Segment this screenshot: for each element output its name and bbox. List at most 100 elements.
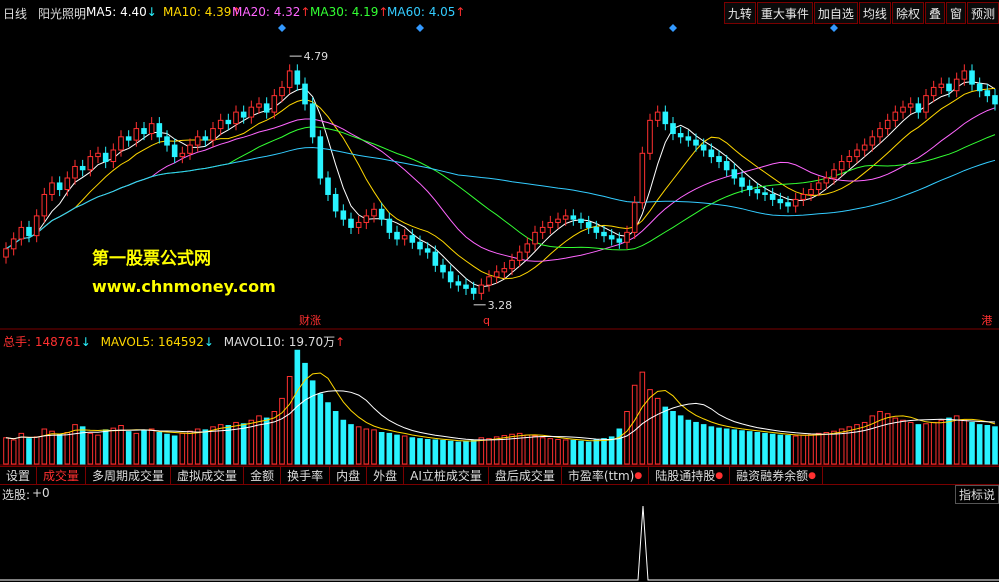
- candle-body: [486, 276, 492, 286]
- candle-body: [838, 161, 845, 171]
- volume-bar: [486, 438, 492, 465]
- candle-body: [900, 106, 906, 113]
- tab-7[interactable]: 外盘: [367, 467, 405, 485]
- candle-body: [716, 156, 722, 163]
- candle-body: [447, 271, 454, 283]
- volume-bar: [102, 429, 109, 465]
- volume-bars: [3, 349, 998, 465]
- volume-bar: [56, 433, 63, 465]
- tab-6[interactable]: 内盘: [330, 467, 368, 485]
- candle-body: [371, 208, 377, 217]
- candle-body: [777, 198, 784, 204]
- volume-bar: [294, 349, 301, 465]
- volume-bar: [800, 434, 807, 465]
- tab-0[interactable]: 设置: [0, 467, 38, 485]
- volume-bar: [654, 397, 661, 465]
- candle-body: [141, 128, 147, 135]
- event-marker[interactable]: 港: [981, 314, 992, 327]
- volume-bar: [670, 411, 676, 465]
- volume-bar: [716, 427, 722, 465]
- candle-body: [187, 144, 193, 154]
- tab-11[interactable]: 陆股通持股●: [649, 467, 731, 485]
- candle-body: [294, 70, 301, 85]
- mavol5-value: 164592: [158, 335, 204, 349]
- volume-bar: [447, 440, 454, 465]
- volume-bar: [256, 415, 262, 465]
- volume-bar: [746, 431, 753, 465]
- candle-body: [861, 144, 868, 151]
- volume-header: 总手: 148761↓ MAVOL5: 164592↓ MAVOL10: 19.…: [3, 335, 346, 349]
- volume-bar: [26, 438, 32, 465]
- candle-body: [884, 119, 891, 130]
- indicator-help-button[interactable]: 指标说: [954, 485, 999, 504]
- high-label: 4.79: [304, 50, 329, 63]
- volume-bar: [700, 424, 707, 465]
- diamond-icon[interactable]: [669, 24, 677, 32]
- volume-bar: [378, 432, 385, 465]
- diamond-icon[interactable]: [830, 24, 838, 32]
- tab-8[interactable]: AI立桩成交量: [404, 467, 489, 485]
- volume-bar: [900, 419, 906, 465]
- mavol10-value: 19.70万: [288, 335, 336, 349]
- diamond-icon[interactable]: [416, 24, 424, 32]
- volume-bar: [179, 432, 186, 465]
- candle-body: [110, 149, 117, 163]
- event-diamonds: [278, 24, 838, 32]
- volume-bar: [309, 380, 316, 465]
- volume-bar: [976, 424, 983, 465]
- candle-body: [700, 144, 707, 151]
- volume-bar: [861, 421, 868, 465]
- diamond-icon[interactable]: [278, 24, 286, 32]
- candle-body: [677, 133, 684, 138]
- tab-5[interactable]: 换手率: [281, 467, 331, 485]
- event-marker[interactable]: 财涨: [299, 313, 321, 327]
- candle-body: [455, 281, 462, 286]
- volume-bar: [823, 432, 830, 465]
- volume-bar: [739, 430, 745, 465]
- volume-bar: [286, 376, 293, 465]
- tab-4[interactable]: 金额: [244, 467, 282, 485]
- tab-1[interactable]: 成交量: [37, 467, 87, 485]
- tab-2[interactable]: 多周期成交量: [86, 467, 172, 485]
- candle-body: [470, 287, 477, 294]
- volume-bar: [969, 421, 975, 465]
- tab-12[interactable]: 融资融券余额●: [730, 467, 823, 485]
- candle-body: [723, 161, 730, 171]
- candle-body: [785, 202, 791, 207]
- volume-bar: [187, 430, 193, 465]
- candle-body: [394, 231, 400, 240]
- candle-body: [240, 111, 247, 118]
- candle-body: [156, 123, 163, 138]
- volume-bar: [907, 421, 914, 465]
- candle-body: [171, 144, 178, 158]
- volume-bar: [961, 419, 968, 465]
- candle-body: [547, 221, 554, 228]
- candle-body: [892, 111, 899, 121]
- candle-body: [432, 251, 439, 266]
- volume-bar: [164, 433, 170, 465]
- candle-body: [26, 226, 32, 237]
- volume-bar: [585, 441, 592, 465]
- candle-body: [424, 248, 431, 253]
- volume-bar: [685, 419, 692, 465]
- xuangu-value: +0: [32, 486, 50, 500]
- volume-bar: [555, 439, 561, 465]
- candle-body: [363, 215, 370, 223]
- candle-body: [539, 226, 546, 233]
- volume-bar: [417, 438, 423, 465]
- candle-body: [739, 177, 745, 187]
- tab-10[interactable]: 市盈率(ttm)●: [562, 467, 650, 485]
- volume-bar: [64, 432, 71, 465]
- volume-bar: [279, 397, 285, 465]
- candle-body: [961, 70, 968, 80]
- tab-3[interactable]: 虚拟成交量: [171, 467, 245, 485]
- candle-body: [210, 128, 216, 141]
- candle-body: [194, 136, 201, 146]
- candle-body: [56, 182, 63, 191]
- candle-body: [923, 95, 929, 113]
- volume-bar: [10, 439, 17, 465]
- event-marker[interactable]: q: [483, 314, 490, 327]
- tab-9[interactable]: 盘后成交量: [489, 467, 562, 485]
- indicator-tabs: 设置 成交量 多周期成交量 虚拟成交量 金额 换手率 内盘 外盘 AI立桩成交量 盘后成交量 市盈率…: [0, 466, 999, 485]
- candle-body: [125, 136, 132, 141]
